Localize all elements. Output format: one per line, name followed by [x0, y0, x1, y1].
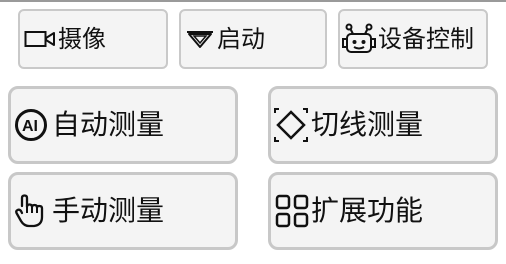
play-icon	[185, 28, 215, 50]
tangent-measure-button-label: 切线测量	[311, 108, 424, 141]
camera-icon	[24, 28, 56, 50]
device-control-button[interactable]: 设备控制	[338, 9, 488, 69]
tangent-icon	[273, 107, 309, 143]
tangent-measure-button[interactable]: 切线测量	[268, 86, 498, 164]
manual-measure-button-label: 手动测量	[52, 194, 165, 227]
auto-measure-button[interactable]: AI 自动测量	[8, 86, 238, 164]
grid-icon	[275, 194, 309, 228]
robot-icon	[342, 22, 376, 56]
extended-functions-button-label: 扩展功能	[311, 194, 424, 227]
ai-icon: AI	[14, 108, 48, 142]
top-divider	[0, 0, 506, 2]
extended-functions-button[interactable]: 扩展功能	[268, 172, 498, 250]
device-control-button-label: 设备控制	[378, 25, 474, 53]
start-button-label: 启动	[217, 25, 265, 53]
manual-measure-button[interactable]: 手动测量	[8, 172, 238, 250]
camera-button[interactable]: 摄像	[18, 9, 168, 69]
camera-button-label: 摄像	[58, 25, 106, 53]
auto-measure-button-label: 自动测量	[52, 108, 165, 141]
hand-icon	[14, 194, 48, 228]
start-button[interactable]: 启动	[179, 9, 327, 69]
svg-text:AI: AI	[22, 118, 38, 135]
